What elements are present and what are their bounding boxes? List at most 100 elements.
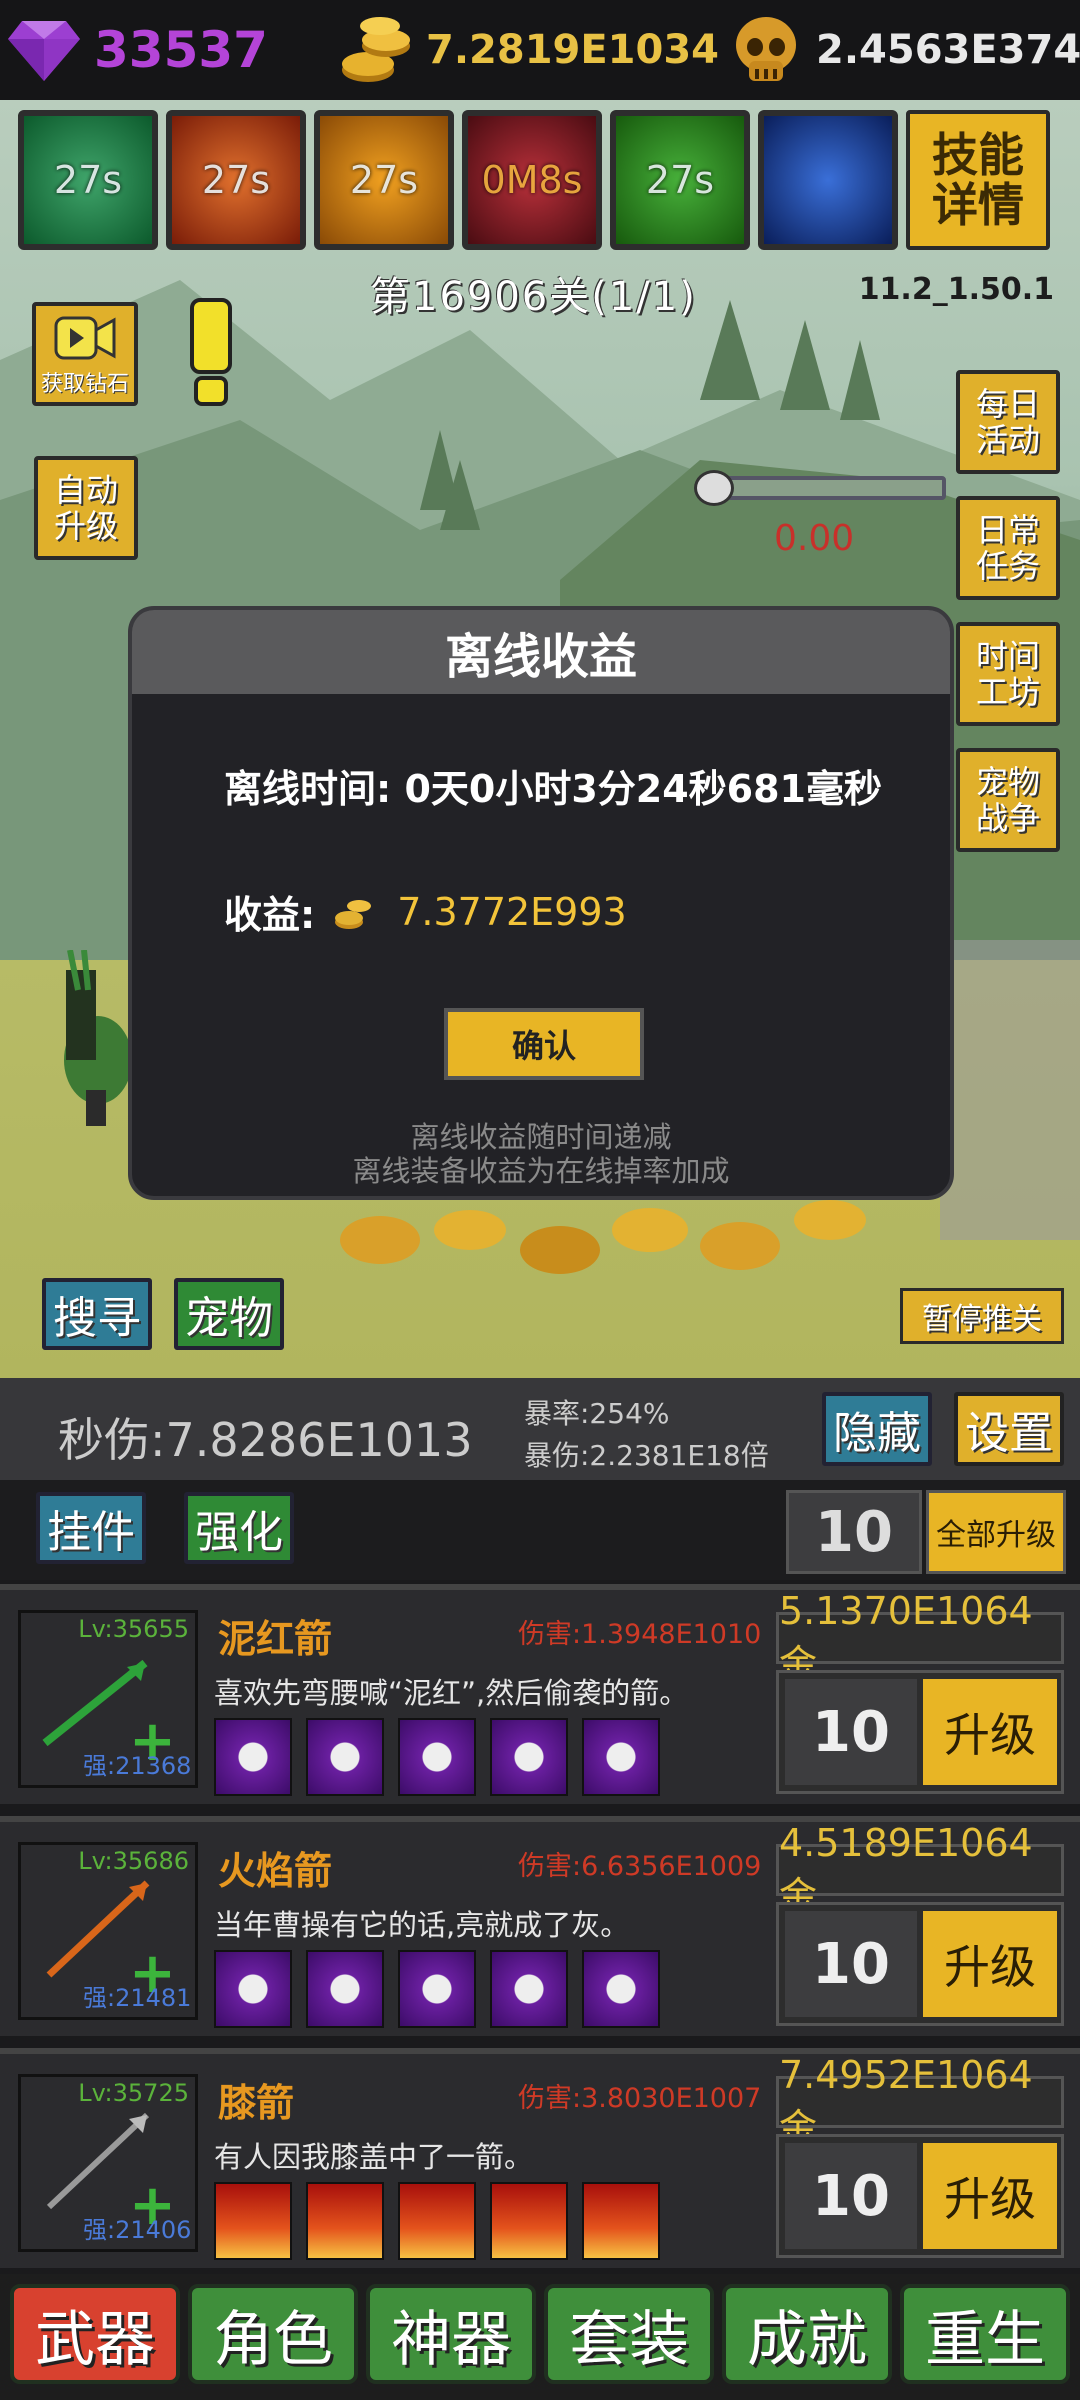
gold-count: 7.2819E1034 [426, 27, 720, 73]
upgrade-count[interactable]: 10 [785, 1911, 917, 2017]
hide-button[interactable]: 隐藏 [822, 1392, 932, 1466]
tab-pendant[interactable]: 挂件 [36, 1492, 146, 1564]
taiji-gem-icon[interactable] [398, 1950, 476, 2028]
pause-stage-button[interactable]: 暂停推关 [900, 1288, 1064, 1344]
get-diamond-button[interactable]: 获取钻石 [32, 302, 138, 406]
nav-artifacts[interactable]: 神器 [366, 2284, 536, 2384]
upgrade-cost: 5.1370E1064金 [776, 1589, 1064, 1686]
weapon-damage: 伤害:1.3948E1010 [518, 1619, 762, 1650]
fire-gem-icon[interactable] [398, 2182, 476, 2260]
nav-character[interactable]: 角色 [188, 2284, 358, 2384]
equipment-tabs: 挂件 强化 10 全部升级 [0, 1480, 1080, 1580]
upgrade-button[interactable]: 升级 [923, 1911, 1057, 2017]
fire-gem-icon[interactable] [490, 2182, 568, 2260]
daily-tasks-label: 日常 任务 [975, 511, 1040, 585]
daily-activity-button[interactable]: 每日 活动 [956, 370, 1060, 474]
crit-damage: 暴伤:2.2381E18倍 [524, 1439, 769, 1472]
upgrade-button[interactable]: 升级 [923, 1679, 1057, 1785]
taiji-gem-icon[interactable] [582, 1718, 660, 1796]
skill-slot-5[interactable]: 27s [610, 110, 750, 250]
note-line-2: 离线装备收益为在线掉率加成 [352, 1154, 730, 1188]
weapon-thumbnail[interactable]: Lv:35655 + 强:21368 [18, 1610, 198, 1788]
weapon-strength: 强:21481 [83, 1984, 192, 2012]
skill-slot-1[interactable]: 27s [18, 110, 158, 250]
weapon-thumbnail[interactable]: Lv:35686 + 强:21481 [18, 1842, 198, 2020]
upgrade-controls: 10 升级 [776, 2134, 1064, 2258]
skill-details-button[interactable]: 技能 详情 [906, 110, 1050, 250]
version-label: 11.2_1.50.1 [858, 272, 1054, 307]
skill-slot-2[interactable]: 27s [166, 110, 306, 250]
nav-sets[interactable]: 套装 [544, 2284, 714, 2384]
skill-slot-3[interactable]: 27s [314, 110, 454, 250]
taiji-gem-icon[interactable] [490, 1950, 568, 2028]
taiji-gem-icon[interactable] [490, 1718, 568, 1796]
weapon-name: 泥红箭 [218, 1617, 333, 1661]
fire-gem-icon[interactable] [306, 2182, 384, 2260]
confirm-button[interactable]: 确认 [444, 1008, 644, 1080]
daily-tasks-button[interactable]: 日常 任务 [956, 496, 1060, 600]
gold-counter: 7.2819E1034 [338, 12, 719, 88]
skill-cooldown: 27s [201, 158, 271, 202]
weapon-damage: 伤害:6.6356E1009 [518, 1851, 762, 1882]
offline-income-dialog: 离线收益 离线时间: 0天0小时3分24秒681毫秒 收益: 7.3772E99… [128, 606, 954, 1200]
skull-icon [694, 470, 734, 506]
nav-rebirth[interactable]: 重生 [900, 2284, 1070, 2384]
skill-cooldown: 27s [349, 158, 419, 202]
gem-slots [214, 1718, 660, 1796]
search-button[interactable]: 搜寻 [42, 1278, 152, 1350]
batch-count[interactable]: 10 [786, 1490, 922, 1574]
weapon-level: Lv:35725 [78, 2079, 189, 2107]
offline-time-label: 离线时间: [224, 767, 392, 811]
upgrade-controls: 10 升级 [776, 1902, 1064, 2026]
taiji-gem-icon[interactable] [306, 1718, 384, 1796]
stage-indicator: 第16906关(1/1) [370, 274, 697, 320]
weapon-level: Lv:35686 [78, 1847, 189, 1875]
weapon-strength: 强:21368 [83, 1752, 192, 1780]
skill-slot-4[interactable]: 0M8s [462, 110, 602, 250]
diamond-icon [6, 12, 82, 88]
gem-slots [214, 1950, 660, 2028]
diamond-counter: 33537 [6, 12, 268, 88]
tab-enhance[interactable]: 强化 [184, 1492, 294, 1564]
crit-rate: 暴率:254% [524, 1397, 670, 1430]
daily-activity-label: 每日 活动 [975, 385, 1040, 459]
taiji-gem-icon[interactable] [306, 1950, 384, 2028]
weapon-row: Lv:35655 + 强:21368 泥红箭 伤害:1.3948E1010 喜欢… [0, 1584, 1080, 1804]
skull-counter: 2.4563E374 [728, 12, 1080, 88]
upgrade-button[interactable]: 升级 [923, 2143, 1057, 2249]
time-workshop-button[interactable]: 时间 工坊 [956, 622, 1060, 726]
diamond-count: 33537 [94, 21, 268, 79]
skill-slot-6[interactable] [758, 110, 898, 250]
auto-upgrade-button[interactable]: 自动 升级 [34, 456, 138, 560]
boss-hp-bar [698, 476, 946, 500]
taiji-gem-icon[interactable] [398, 1718, 476, 1796]
income-row: 收益: 7.3772E993 [224, 884, 627, 939]
upgrade-count[interactable]: 10 [785, 1679, 917, 1785]
taiji-gem-icon[interactable] [582, 1950, 660, 2028]
weapon-level: Lv:35655 [78, 1615, 189, 1643]
pet-button[interactable]: 宠物 [174, 1278, 284, 1350]
weapon-description: 当年曹操有它的话,亮就成了灰。 [214, 1908, 630, 1942]
weapon-damage: 伤害:3.8030E1007 [518, 2083, 762, 2114]
weapon-description: 喜欢先弯腰喊“泥红”,然后偷袭的箭。 [214, 1676, 689, 1710]
settings-button[interactable]: 设置 [954, 1392, 1064, 1466]
exclamation-icon[interactable] [186, 298, 236, 408]
weapon-name: 膝箭 [218, 2081, 295, 2125]
nav-achievements[interactable]: 成就 [722, 2284, 892, 2384]
taiji-gem-icon[interactable] [214, 1950, 292, 2028]
pet-war-button[interactable]: 宠物 战争 [956, 748, 1060, 852]
upgrade-cost: 7.4952E1064金 [776, 2053, 1064, 2150]
boss-hp-value: 0.00 [774, 518, 855, 559]
weapon-strength: 强:21406 [83, 2216, 192, 2244]
upgrade-all-button[interactable]: 全部升级 [926, 1490, 1066, 1574]
taiji-gem-icon[interactable] [214, 1718, 292, 1796]
skill-cooldown: 27s [53, 158, 123, 202]
weapon-name: 火焰箭 [218, 1849, 333, 1893]
currency-bar: 33537 7.2819E1034 2.4563E374 [0, 0, 1080, 100]
fire-gem-icon[interactable] [582, 2182, 660, 2260]
skill-details-label: 技能 详情 [932, 128, 1024, 232]
upgrade-count[interactable]: 10 [785, 2143, 917, 2249]
nav-weapons[interactable]: 武器 [10, 2284, 180, 2384]
weapon-thumbnail[interactable]: Lv:35725 + 强:21406 [18, 2074, 198, 2252]
fire-gem-icon[interactable] [214, 2182, 292, 2260]
